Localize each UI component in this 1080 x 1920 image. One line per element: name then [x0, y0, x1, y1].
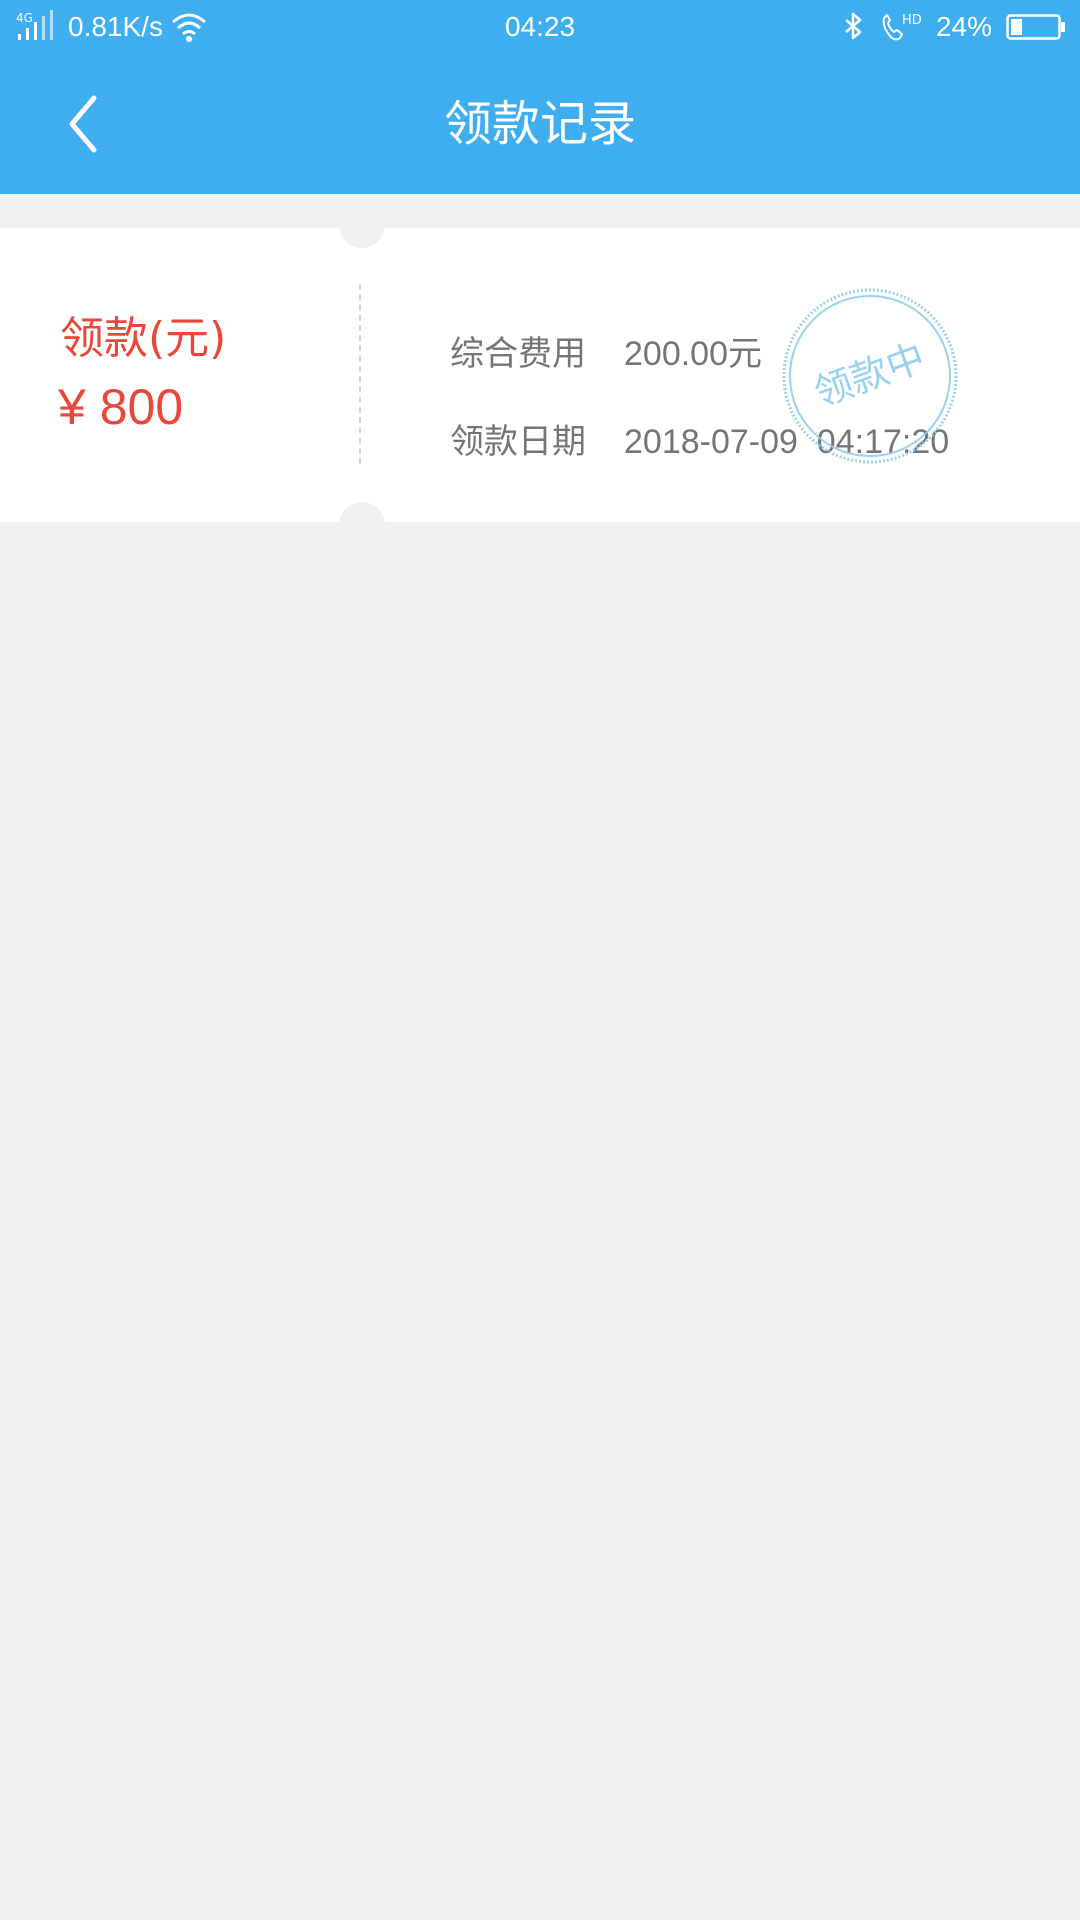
- hd-call-icon: HD: [882, 13, 922, 41]
- battery-icon: [1006, 14, 1065, 40]
- fee-row: 综合费用 200.00元: [450, 332, 762, 376]
- stamp-text: 领款中: [809, 335, 931, 415]
- svg-text:HD: HD: [902, 13, 922, 28]
- amount-label: 领款(元): [60, 313, 227, 364]
- ticket-notch-bottom: [339, 502, 385, 548]
- date-label: 领款日期: [450, 422, 586, 462]
- battery-percentage: 24%: [935, 11, 992, 42]
- page-title: 领款记录: [443, 96, 636, 152]
- fee-value: 200.00元: [624, 335, 762, 373]
- app-bar: 领款记录: [0, 54, 1080, 194]
- battery-fill: [1011, 19, 1022, 35]
- status-bar: 4G 0.81K/s 04:23 HD 24%: [0, 0, 1080, 54]
- amount-value: ¥ 800: [58, 379, 184, 435]
- status-right: HD 24%: [840, 10, 1066, 44]
- fee-label: 综合费用: [450, 334, 586, 374]
- status-stamp: 领款中: [782, 288, 958, 464]
- bluetooth-icon: [845, 12, 862, 40]
- ticket-notch-top: [339, 202, 385, 248]
- dashed-divider: [359, 284, 361, 464]
- withdrawal-record-card[interactable]: 领款(元) ¥ 800 综合费用 200.00元 领款日期 2018-07-09…: [0, 202, 1080, 548]
